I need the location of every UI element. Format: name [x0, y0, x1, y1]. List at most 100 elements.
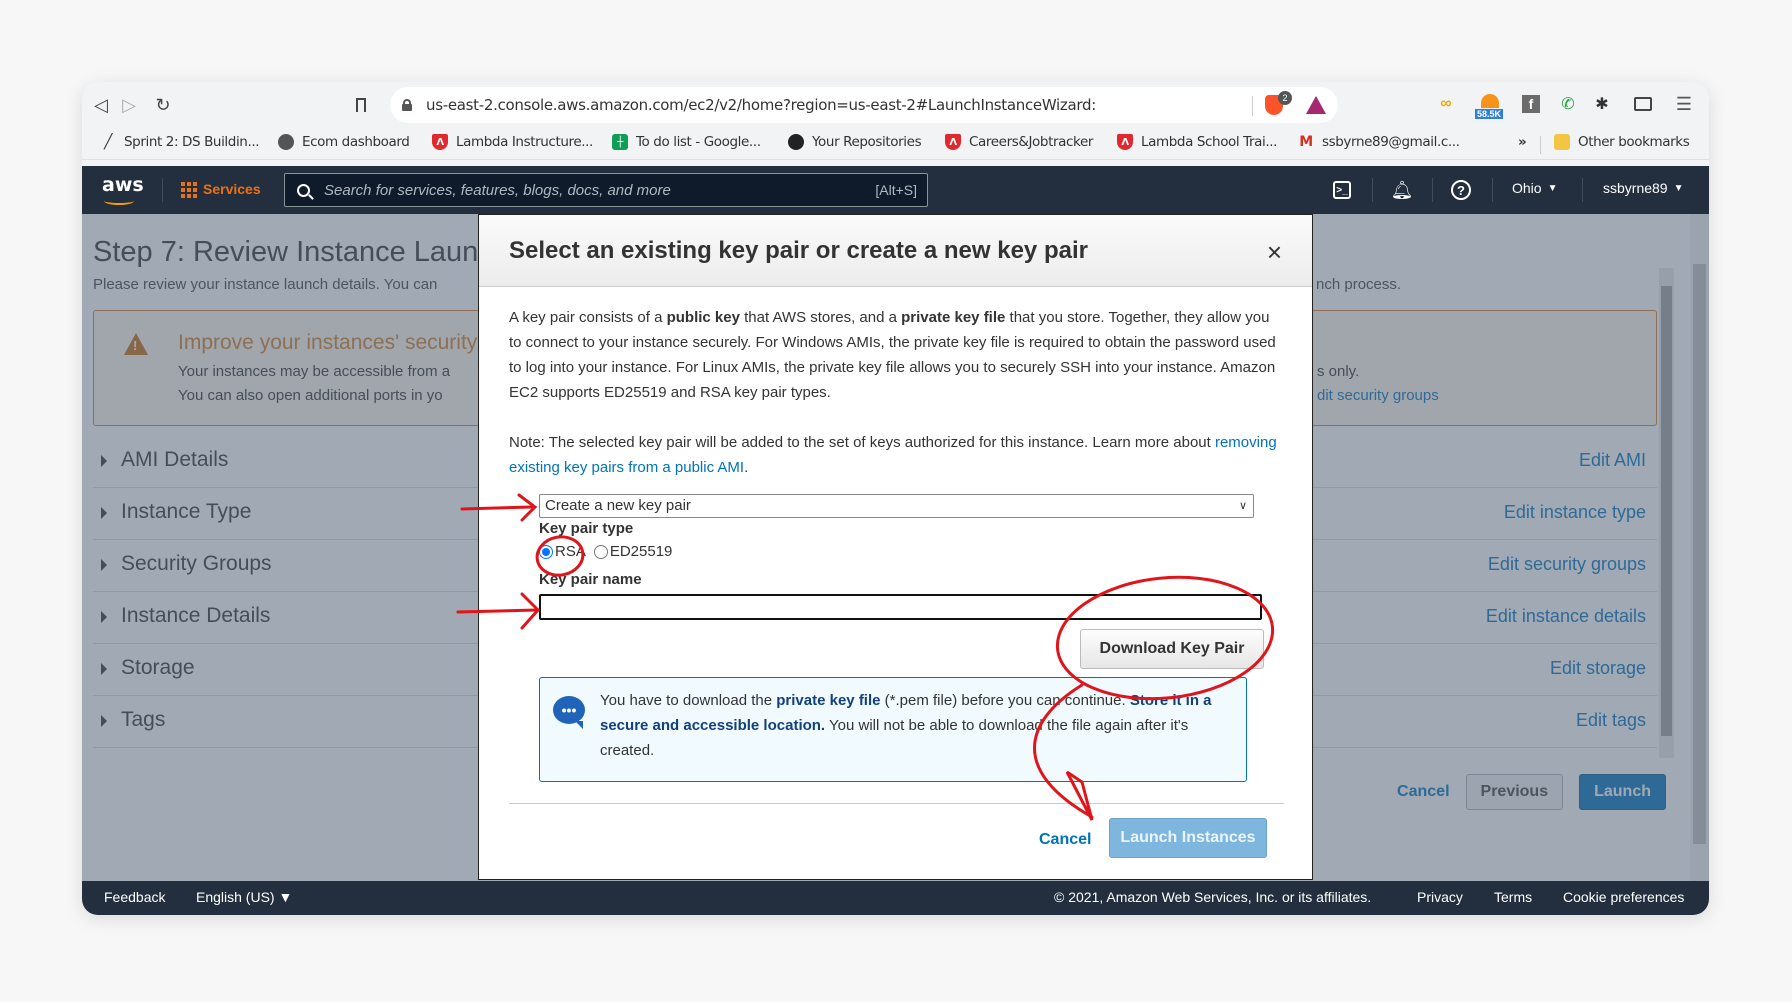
page-scrollbar[interactable] — [1690, 214, 1709, 881]
previous-button[interactable]: Previous — [1465, 774, 1564, 810]
warning-text: Your instances may be accessible from a — [178, 363, 451, 380]
warning-title: Improve your instances' security — [178, 331, 478, 354]
download-key-pair-button[interactable]: Download Key Pair — [1080, 629, 1264, 669]
edit-link[interactable]: Edit storage — [1550, 658, 1646, 679]
help-icon[interactable]: ? — [1451, 180, 1471, 200]
launch-button[interactable]: Launch — [1579, 774, 1666, 810]
menu-icon[interactable]: ☰ — [1672, 92, 1696, 116]
dialog-cancel-button[interactable]: Cancel — [1039, 831, 1091, 849]
folder-icon — [1554, 134, 1570, 150]
bookmark-item[interactable]: Λ Careers&Jobtracker — [945, 134, 1093, 150]
browser-window: ◁ ▷ ↻ us-east-2.console.aws.amazon.com/e… — [82, 82, 1709, 915]
divider — [1432, 178, 1433, 202]
page-subtitle: Please review your instance launch detai… — [93, 276, 438, 293]
account-menu[interactable]: ssbyrne89 ▼ — [1603, 180, 1684, 196]
services-grid-icon[interactable] — [181, 182, 197, 198]
lambda-shield-icon: Λ — [432, 134, 448, 150]
expand-triangle-icon — [101, 559, 107, 571]
wallet-icon[interactable] — [1631, 92, 1655, 116]
services-menu[interactable]: Services — [203, 181, 261, 197]
dialog-header: Select an existing key pair or create a … — [479, 215, 1312, 287]
bookmark-item[interactable]: ┼ To do list - Google... — [612, 134, 761, 150]
github-icon — [788, 134, 804, 150]
divider — [1582, 178, 1583, 202]
address-bar[interactable]: us-east-2.console.aws.amazon.com/ec2/v2/… — [390, 87, 1338, 123]
edit-link[interactable]: Edit AMI — [1579, 450, 1646, 471]
key-pair-type-options: RSA ED25519 — [539, 543, 672, 560]
page-content: Step 7: Review Instance Launch Please re… — [82, 214, 1709, 881]
scrollbar-thumb[interactable] — [1661, 286, 1672, 736]
aws-logo[interactable]: aws — [102, 174, 144, 196]
warning-text-end: s only. — [1317, 363, 1360, 380]
divider — [1492, 178, 1493, 202]
privacy-link[interactable]: Privacy — [1417, 889, 1463, 905]
dialog-title: Select an existing key pair or create a … — [509, 237, 1088, 264]
edit-security-groups-link[interactable]: dit security groups — [1317, 387, 1439, 404]
page-subtitle-end: nch process. — [1316, 276, 1402, 293]
extension-co-icon[interactable]: ∞ — [1434, 92, 1458, 116]
key-pair-dialog: Select an existing key pair or create a … — [478, 214, 1313, 880]
edit-link[interactable]: Edit instance details — [1486, 606, 1646, 627]
edit-link[interactable]: Edit security groups — [1488, 554, 1646, 575]
radio-ed25519[interactable] — [593, 544, 608, 559]
reload-icon: ↻ — [155, 94, 171, 115]
cloudshell-icon[interactable]: >_ — [1332, 180, 1352, 200]
google-sheets-icon: ┼ — [612, 134, 628, 150]
caret-down-icon: ▼ — [1673, 182, 1684, 194]
speech-bubble-icon: ••• — [553, 696, 585, 729]
warning-text: You can also open additional ports in yo — [178, 387, 443, 404]
page-title: Step 7: Review Instance Launch — [93, 236, 509, 268]
lambda-shield-icon: Λ — [945, 134, 961, 150]
scrollbar-thumb[interactable] — [1693, 264, 1706, 844]
chevron-down-icon: ∨ — [1238, 500, 1247, 512]
launch-instances-button[interactable]: Launch Instances — [1109, 818, 1267, 858]
key-pair-description: A key pair consists of a public key that… — [509, 309, 1276, 401]
search-shortcut: [Alt+S] — [875, 182, 917, 198]
brave-rewards-icon[interactable] — [1306, 96, 1326, 114]
bookmark-item[interactable]: Mssbyrne89@gmail.c... — [1298, 134, 1460, 150]
bookmark-item[interactable]: Ecom dashboard — [278, 134, 410, 150]
lambda-shield-icon: Λ — [1117, 134, 1133, 150]
key-pair-select[interactable]: Create a new key pair ∨ — [539, 494, 1254, 518]
inner-scrollbar[interactable] — [1659, 268, 1674, 758]
extensions-puzzle-icon[interactable]: ✱ — [1590, 92, 1614, 116]
bookmark-item[interactable]: Your Repositories — [788, 134, 922, 150]
bookmark-item[interactable]: Λ Lambda School Trai... — [1117, 134, 1277, 150]
forward-icon: ▷ — [122, 94, 136, 115]
radio-rsa[interactable] — [539, 544, 553, 559]
key-pair-name-input[interactable] — [539, 594, 1262, 620]
bookmarks-overflow-button[interactable]: » — [1518, 134, 1527, 150]
terms-link[interactable]: Terms — [1494, 889, 1532, 905]
extension-phone-icon[interactable]: ✆ — [1556, 92, 1580, 116]
reload-button[interactable]: ↻ — [150, 92, 176, 118]
info-text: You have to download the private key fil… — [600, 692, 1212, 759]
edit-link[interactable]: Edit tags — [1576, 710, 1646, 731]
pencil-icon: ╱ — [103, 134, 113, 150]
divider — [1540, 136, 1541, 154]
bookmark-button[interactable] — [348, 92, 374, 118]
edit-link[interactable]: Edit instance type — [1504, 502, 1646, 523]
cookie-preferences-link[interactable]: Cookie preferences — [1563, 889, 1684, 905]
search-placeholder: Search for services, features, blogs, do… — [324, 181, 671, 199]
aws-logo-smile — [104, 197, 134, 205]
notifications-bell-icon[interactable]: 🔔︎ — [1391, 180, 1414, 200]
search-input[interactable]: Search for services, features, blogs, do… — [284, 173, 928, 207]
language-selector[interactable]: English (US) ▼ — [196, 889, 292, 905]
key-pair-type-label: Key pair type — [539, 520, 634, 537]
forward-button[interactable]: ▷ — [116, 92, 142, 118]
back-button[interactable]: ◁ — [82, 92, 108, 118]
bookmark-item[interactable]: Λ Lambda Instructure... — [432, 134, 593, 150]
feedback-link[interactable]: Feedback — [104, 889, 165, 905]
region-selector[interactable]: Ohio ▼ — [1512, 180, 1557, 196]
bookmark-item[interactable]: ╱ Sprint 2: DS Buildin... — [100, 134, 260, 150]
url-text: us-east-2.console.aws.amazon.com/ec2/v2/… — [426, 96, 1096, 114]
browser-toolbar: ◁ ▷ ↻ us-east-2.console.aws.amazon.com/e… — [82, 82, 1709, 128]
key-pair-name-label: Key pair name — [539, 571, 642, 588]
cancel-button[interactable]: Cancel — [1397, 783, 1449, 801]
close-icon[interactable]: × — [1267, 239, 1282, 265]
other-bookmarks[interactable]: Other bookmarks — [1554, 134, 1690, 150]
download-info-alert: ••• You have to download the private key… — [539, 677, 1247, 782]
facebook-icon[interactable]: f — [1519, 92, 1543, 116]
expand-triangle-icon — [101, 507, 107, 519]
expand-triangle-icon — [101, 715, 107, 727]
